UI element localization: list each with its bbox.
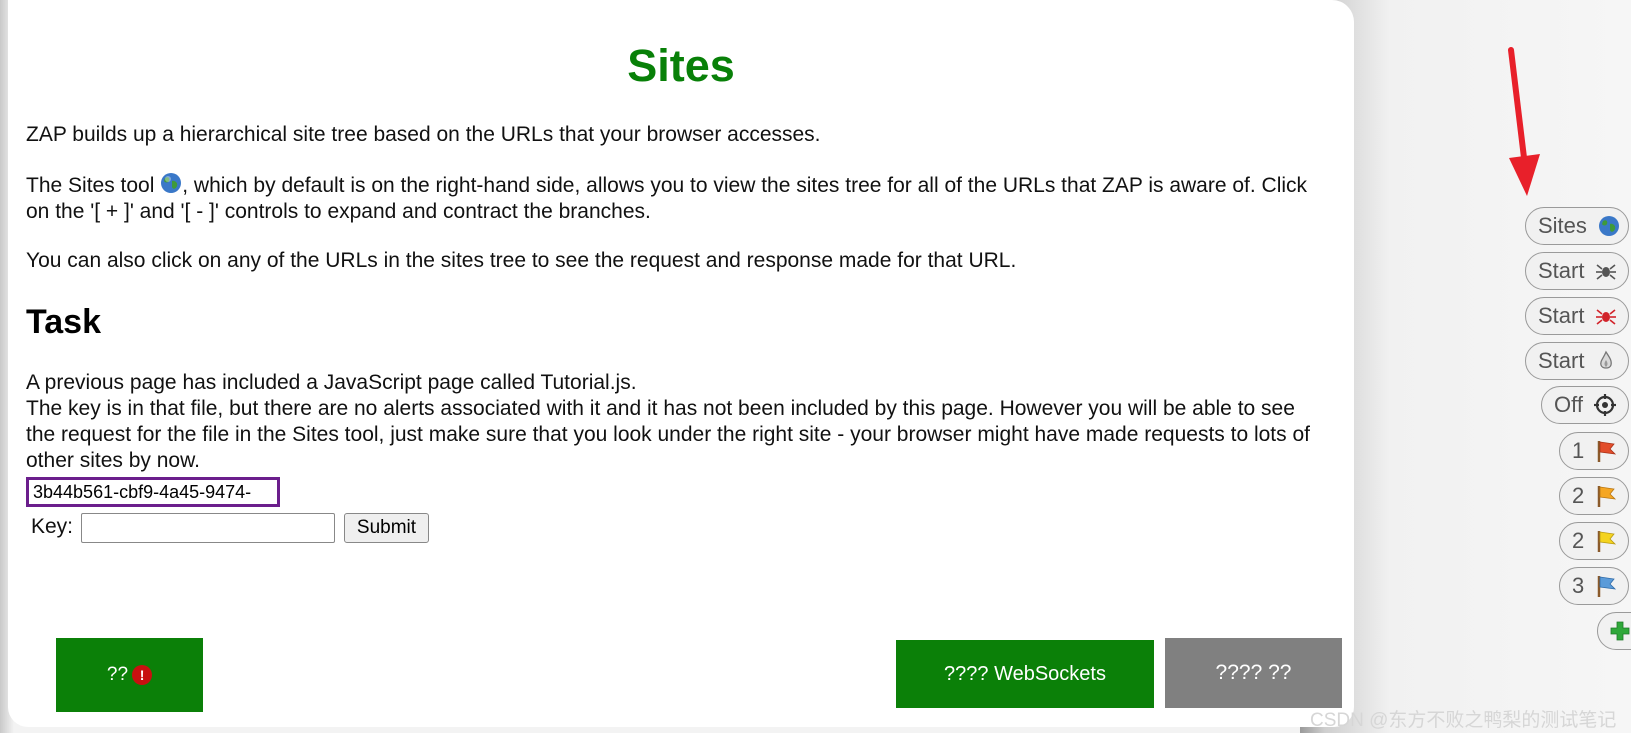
toolbar-ajax-spider-button[interactable]: Start bbox=[1525, 297, 1629, 335]
sites-tool-text-start: The Sites tool bbox=[26, 174, 161, 197]
submit-button[interactable]: Submit bbox=[344, 513, 429, 543]
red-arrow-annotation bbox=[1508, 47, 1540, 196]
task-line-2: The key is in that file, but there are n… bbox=[26, 397, 1310, 472]
tutorial-panel: Sites ZAP builds up a hierarchical site … bbox=[8, 0, 1354, 727]
toolbar-sites-label: Sites bbox=[1538, 213, 1587, 238]
red-flag-icon bbox=[1594, 439, 1618, 463]
toolbar-info-alerts-count: 3 bbox=[1572, 573, 1585, 598]
spider-icon bbox=[1594, 259, 1618, 283]
toolbar-low-alerts-count: 2 bbox=[1572, 528, 1585, 553]
break-target-icon bbox=[1593, 393, 1617, 417]
toolbar-medium-alerts-button[interactable]: 2 bbox=[1559, 477, 1629, 515]
toolbar-low-alerts-button[interactable]: 2 bbox=[1559, 522, 1629, 560]
toolbar-high-alerts-button[interactable]: 1 bbox=[1559, 432, 1629, 470]
toolbar-break-button[interactable]: Off bbox=[1541, 386, 1629, 424]
grey-action-button[interactable]: ???? ?? bbox=[1165, 638, 1342, 708]
error-icon: ! bbox=[132, 665, 153, 685]
toolbar-break-label: Off bbox=[1554, 392, 1583, 417]
revealed-key-box: 3b44b561-cbf9-4a45-9474- bbox=[26, 477, 280, 507]
toolbar-spider-button[interactable]: Start bbox=[1525, 252, 1629, 290]
ajax-spider-icon bbox=[1594, 304, 1618, 328]
task-line-1: A previous page has included a JavaScrip… bbox=[26, 371, 637, 394]
task-heading: Task bbox=[26, 303, 101, 341]
active-scan-icon bbox=[1594, 349, 1618, 373]
plus-icon bbox=[1608, 619, 1631, 643]
sites-tool-text: The Sites tool , which by default is on … bbox=[26, 172, 1326, 225]
yellow-flag-icon bbox=[1594, 529, 1618, 553]
intro-text: ZAP builds up a hierarchical site tree b… bbox=[26, 123, 821, 146]
websockets-button[interactable]: ???? WebSockets bbox=[896, 640, 1154, 708]
toolbar-spider-label: Start bbox=[1538, 258, 1585, 283]
toolbar-medium-alerts-count: 2 bbox=[1572, 483, 1585, 508]
toolbar-ajax-spider-label: Start bbox=[1538, 303, 1585, 328]
page-title: Sites bbox=[627, 40, 735, 91]
sites-tool-text-end: , which by default is on the right-hand … bbox=[26, 174, 1308, 223]
toolbar-active-scan-label: Start bbox=[1538, 348, 1585, 373]
key-input[interactable] bbox=[81, 513, 335, 543]
toolbar-high-alerts-count: 1 bbox=[1572, 438, 1585, 463]
task-text: A previous page has included a JavaScrip… bbox=[26, 370, 1326, 474]
key-label: Key: bbox=[31, 515, 74, 538]
alerts-button[interactable]: ??! bbox=[56, 638, 203, 712]
watermark: CSDN @东方不败之鸭梨的测试笔记 bbox=[1310, 710, 1617, 731]
click-urls-text: You can also click on any of the URLs in… bbox=[26, 249, 1017, 272]
toolbar-info-alerts-button[interactable]: 3 bbox=[1559, 567, 1629, 605]
blue-flag-icon bbox=[1594, 574, 1618, 598]
globe-icon bbox=[160, 172, 182, 194]
orange-flag-icon bbox=[1594, 484, 1618, 508]
globe-icon bbox=[1597, 214, 1621, 238]
toolbar-sites-button[interactable]: Sites bbox=[1525, 207, 1629, 245]
toolbar-add-button[interactable] bbox=[1597, 612, 1631, 650]
alerts-button-label: ?? bbox=[106, 664, 129, 685]
toolbar-active-scan-button[interactable]: Start bbox=[1525, 342, 1629, 380]
